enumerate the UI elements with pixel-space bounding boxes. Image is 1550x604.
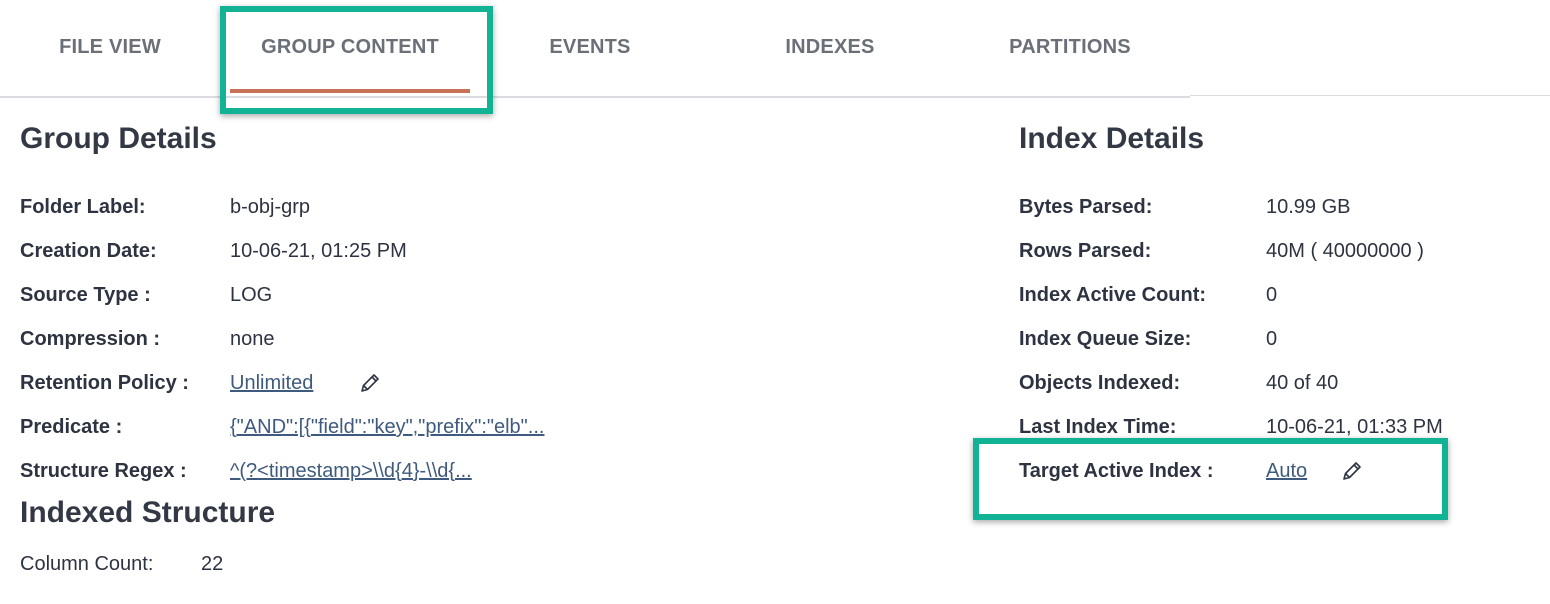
target-active-index-link[interactable]: Auto — [1266, 458, 1307, 484]
index-details-title: Index Details — [1019, 122, 1205, 155]
source-type-value: LOG — [230, 284, 273, 306]
predicate-link[interactable]: {"AND":[{"field":"key","prefix":"elb"... — [230, 414, 544, 440]
folder-label-value: b-obj-grp — [230, 196, 311, 218]
rows-parsed-value: 40M ( 40000000 ) — [1266, 240, 1424, 262]
target-active-index-label: Target Active Index : — [1019, 460, 1214, 482]
structure-regex-link[interactable]: ^(?<timestamp>\\d{4}-\\d{... — [230, 458, 472, 484]
compression-value: none — [230, 328, 275, 350]
folder-label-label: Folder Label: — [20, 196, 146, 218]
indexed-structure-title: Indexed Structure — [20, 496, 276, 529]
tab-divider — [1190, 95, 1550, 96]
tab-indexes[interactable]: INDEXES — [760, 34, 900, 60]
tab-partitions[interactable]: PARTITIONS — [990, 34, 1150, 60]
source-type-label: Source Type : — [20, 284, 151, 306]
compression-label: Compression : — [20, 328, 161, 350]
index-active-count-value: 0 — [1266, 284, 1278, 306]
index-queue-size-value: 0 — [1266, 328, 1278, 350]
group-details-title: Group Details — [20, 122, 217, 155]
tab-file-view[interactable]: FILE VIEW — [40, 34, 180, 60]
index-queue-size-label: Index Queue Size: — [1019, 328, 1192, 350]
structure-regex-label: Structure Regex : — [20, 460, 187, 482]
highlight-group-content-tab — [220, 6, 493, 114]
last-index-time-label: Last Index Time: — [1019, 416, 1177, 438]
predicate-label: Predicate : — [20, 416, 123, 438]
creation-date-label: Creation Date: — [20, 240, 157, 262]
last-index-time-value: 10-06-21, 01:33 PM — [1266, 416, 1443, 438]
column-count-value: 22 — [201, 553, 224, 575]
creation-date-value: 10-06-21, 01:25 PM — [230, 240, 407, 262]
tab-events[interactable]: EVENTS — [520, 34, 660, 60]
retention-policy-label: Retention Policy : — [20, 372, 189, 394]
pencil-icon[interactable] — [358, 371, 382, 395]
pencil-icon[interactable] — [1340, 459, 1364, 483]
rows-parsed-label: Rows Parsed: — [1019, 240, 1152, 262]
objects-indexed-value: 40 of 40 — [1266, 372, 1339, 394]
bytes-parsed-value: 10.99 GB — [1266, 196, 1351, 218]
tab-bar: FILE VIEW GROUP CONTENT EVENTS INDEXES P… — [0, 0, 1190, 98]
bytes-parsed-label: Bytes Parsed: — [1019, 196, 1153, 218]
index-active-count-label: Index Active Count: — [1019, 284, 1207, 306]
retention-policy-link[interactable]: Unlimited — [230, 370, 313, 396]
objects-indexed-label: Objects Indexed: — [1019, 372, 1181, 394]
column-count-label: Column Count: — [20, 553, 154, 575]
